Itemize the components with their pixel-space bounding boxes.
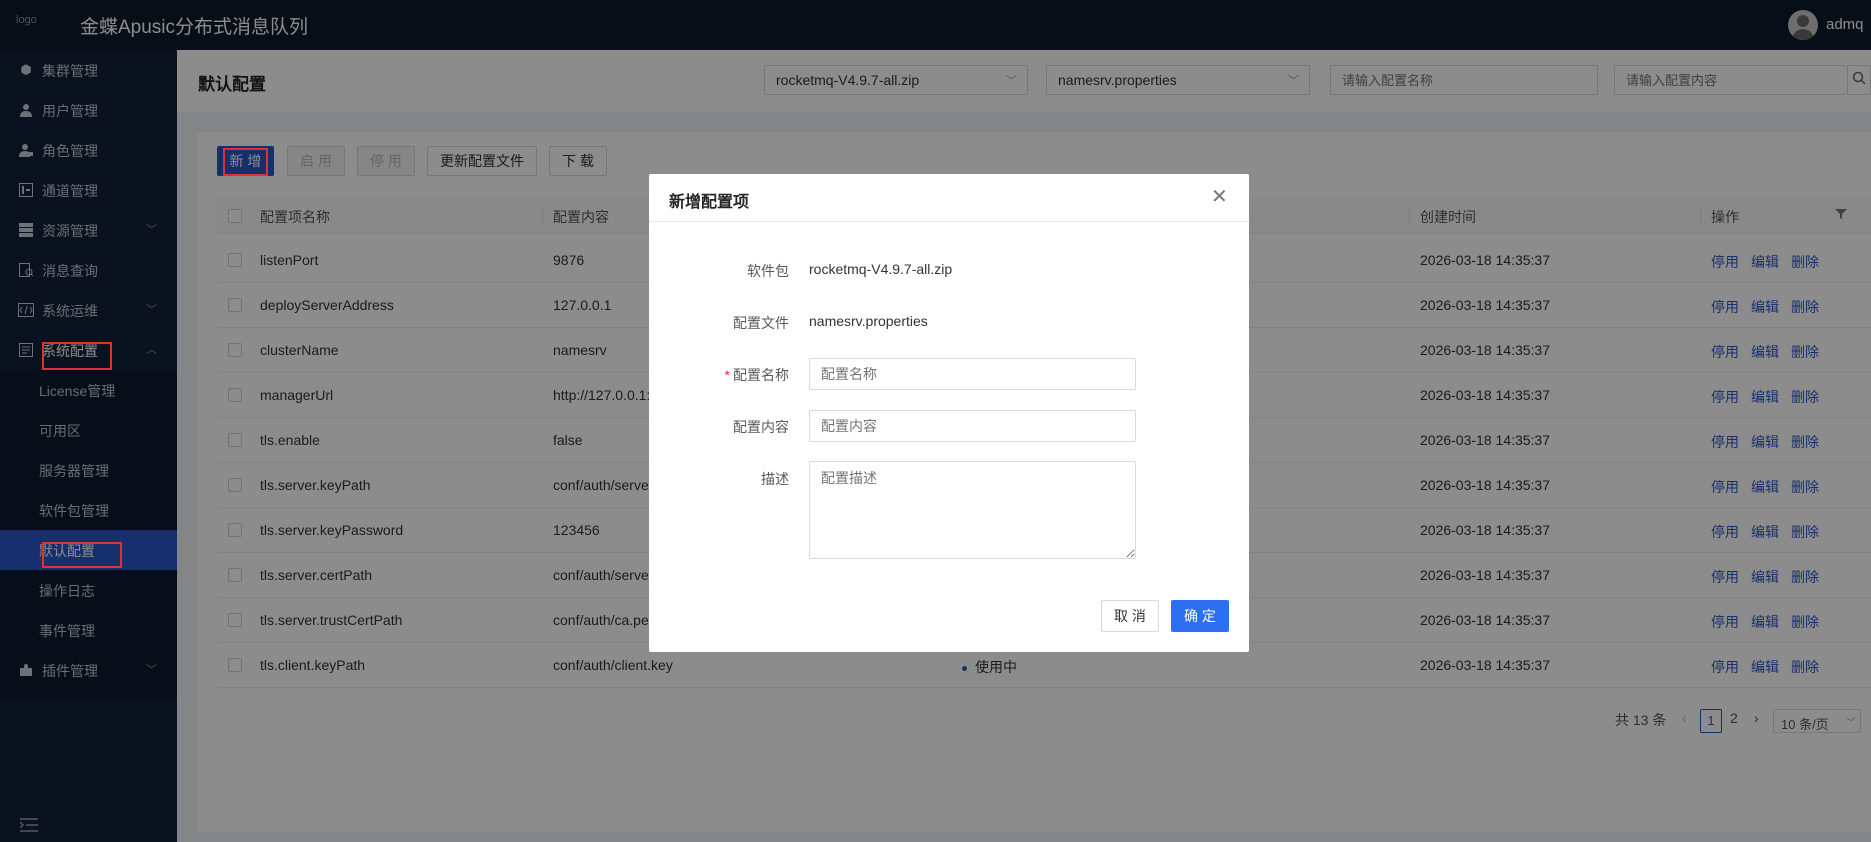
config-file-label: 配置文件: [733, 315, 789, 331]
confirm-button[interactable]: 确 定: [1171, 600, 1229, 632]
highlight-box: [223, 148, 268, 176]
config-name-input[interactable]: [809, 358, 1136, 390]
config-file-value: namesrv.properties: [809, 313, 928, 329]
highlight-box: [42, 542, 122, 568]
description-textarea[interactable]: [809, 461, 1136, 559]
config-name-label-text: 配置名称: [733, 367, 789, 383]
package-value: rocketmq-V4.9.7-all.zip: [809, 261, 953, 277]
modal-divider: [649, 221, 1249, 222]
close-icon[interactable]: ✕: [1211, 184, 1228, 209]
config-content-label: 配置内容: [733, 419, 789, 435]
cancel-button[interactable]: 取 消: [1101, 600, 1159, 632]
add-config-modal: 新增配置项 ✕ 软件包 rocketmq-V4.9.7-all.zip 配置文件…: [649, 174, 1249, 652]
config-content-input[interactable]: [809, 410, 1136, 442]
config-name-label: * 配置名称: [649, 365, 789, 385]
modal-title: 新增配置项: [669, 194, 750, 211]
highlight-box: [42, 342, 112, 370]
required-mark: *: [724, 367, 730, 383]
package-label: 软件包: [747, 263, 789, 279]
description-label: 描述: [761, 471, 789, 487]
